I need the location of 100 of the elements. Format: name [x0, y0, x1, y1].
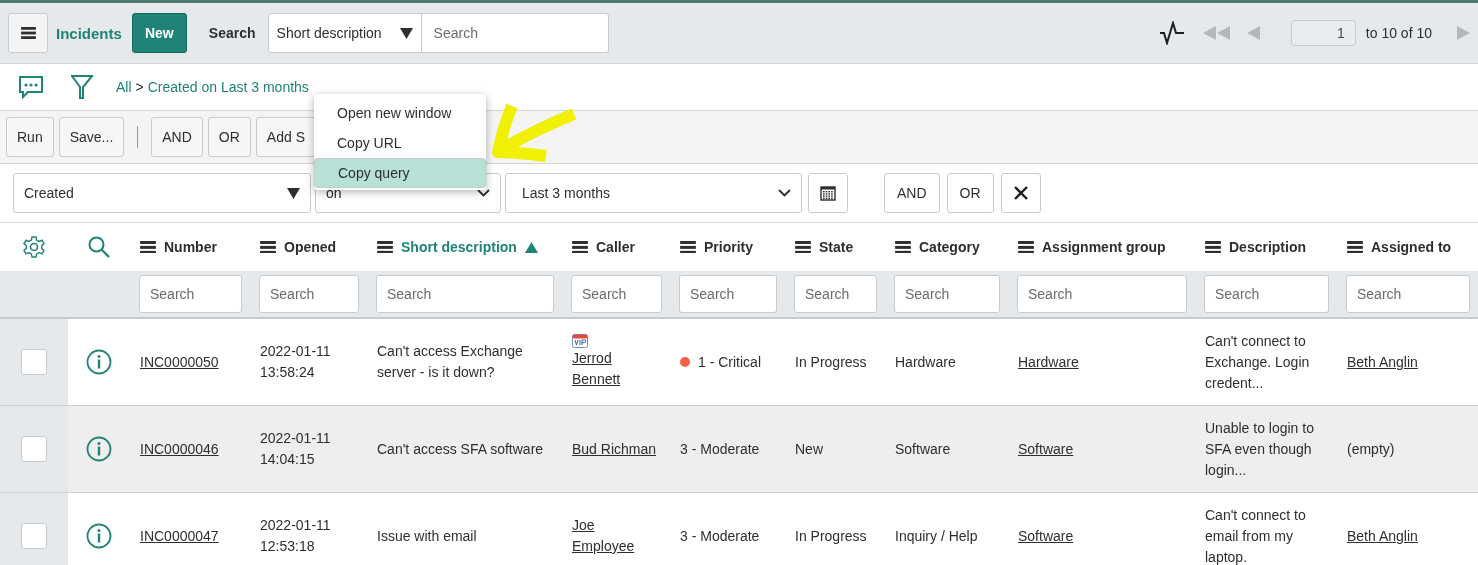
column-header[interactable]: Assigned to — [1371, 239, 1452, 255]
filter-icon[interactable] — [70, 74, 94, 100]
row-checkbox[interactable] — [21, 349, 47, 375]
record-link[interactable]: INC0000046 — [140, 438, 240, 460]
sort-ascending-icon — [524, 241, 538, 253]
cell-text: Can't access SFA software — [377, 439, 545, 459]
column-search-field[interactable]: Search — [139, 275, 242, 313]
cell-text: Can't connect to Exchange. Login credent... — [1205, 331, 1311, 393]
column-search-field[interactable]: Search — [259, 275, 359, 313]
menu-button[interactable] — [8, 13, 48, 53]
record-link[interactable]: Hardware — [1018, 351, 1185, 373]
column-menu-icon — [895, 240, 911, 254]
column-header[interactable]: Category — [919, 239, 980, 255]
filter-button[interactable]: AND — [151, 117, 203, 157]
dropdown-triangle-icon — [287, 187, 300, 199]
cell-text: In Progress — [795, 526, 868, 546]
list-title: Incidents — [56, 24, 122, 42]
caret-icon — [477, 189, 490, 197]
cell-text: Hardware — [895, 352, 957, 372]
column-menu-icon — [1347, 240, 1363, 254]
value-select[interactable]: Last 3 months — [505, 173, 802, 213]
column-header[interactable]: Number — [164, 239, 217, 255]
cell-text: 3 - Moderate — [680, 526, 761, 546]
cell-text: 3 - Moderate — [680, 439, 761, 459]
row-checkbox[interactable] — [21, 523, 47, 549]
cell-text: Software — [895, 439, 952, 459]
column-header[interactable]: Caller — [596, 239, 635, 255]
filter-button[interactable]: Add S — [255, 117, 316, 157]
page-input[interactable]: 1 — [1290, 20, 1356, 46]
menu-item[interactable]: Copy URL — [314, 128, 486, 158]
record-link[interactable]: Software — [1018, 438, 1185, 460]
activity-icon[interactable] — [1158, 21, 1185, 45]
filter-button[interactable]: Save... — [58, 117, 125, 157]
column-search-field[interactable]: Search — [679, 275, 777, 313]
comment-icon[interactable] — [18, 75, 44, 99]
cell-text: 1 - Critical — [698, 352, 761, 372]
breadcrumb-link[interactable]: All — [116, 79, 132, 95]
breadcrumb-separator: > — [135, 79, 144, 95]
record-link[interactable]: Beth Anglin — [1347, 351, 1468, 373]
column-search-field[interactable]: Search — [571, 275, 662, 313]
remove-condition-button[interactable] — [1000, 173, 1041, 213]
column-header[interactable]: State — [819, 239, 854, 255]
record-link[interactable]: Joe Employee — [572, 515, 660, 557]
cell-text: In Progress — [795, 352, 868, 372]
cell-text: Inquiry / Help — [895, 526, 979, 546]
caret-icon — [778, 189, 791, 197]
record-link[interactable]: Bud Richman — [572, 438, 660, 460]
calendar-icon — [820, 185, 836, 201]
menu-item[interactable]: Open new window — [314, 98, 486, 128]
record-link[interactable]: Software — [1018, 525, 1185, 547]
column-header[interactable]: Short description — [401, 239, 517, 255]
column-search-field[interactable]: Search — [1346, 275, 1470, 313]
record-link[interactable]: INC0000050 — [140, 351, 240, 373]
cell-text: Unable to login to SFA even though login... — [1205, 418, 1315, 480]
filter-button[interactable]: OR — [207, 117, 251, 157]
info-icon[interactable] — [86, 436, 112, 462]
column-search-field[interactable]: Search — [1204, 275, 1329, 313]
info-icon[interactable] — [86, 349, 112, 375]
cell-text: 2022-01-11 12:53:18 — [260, 516, 332, 556]
column-menu-icon — [140, 240, 156, 254]
cell-text: (empty) — [1347, 439, 1396, 459]
column-search-field[interactable]: Search — [1017, 275, 1187, 313]
column-menu-icon — [377, 240, 393, 254]
row-checkbox[interactable] — [21, 436, 47, 462]
record-link[interactable]: Jerrod Bennett — [572, 348, 660, 390]
page-range: to 10 of 10 — [1365, 25, 1432, 41]
search-icon[interactable] — [87, 235, 111, 259]
calendar-button[interactable] — [808, 173, 848, 213]
new-button[interactable]: New — [131, 13, 187, 53]
record-link[interactable]: INC0000047 — [140, 525, 240, 547]
filter-button[interactable]: Run — [6, 117, 54, 157]
record-link[interactable]: Beth Anglin — [1347, 525, 1468, 547]
column-search-field[interactable]: Search — [376, 275, 554, 313]
column-menu-icon — [1205, 240, 1221, 254]
search-label: Search — [208, 25, 256, 41]
column-search-field[interactable]: Search — [894, 275, 1000, 313]
cell-text: 2022-01-11 14:04:15 — [260, 429, 332, 469]
column-header[interactable]: Priority — [704, 239, 753, 255]
menu-item[interactable]: Copy query — [314, 158, 486, 188]
search-field[interactable]: Search — [421, 13, 609, 53]
column-menu-icon — [572, 240, 588, 254]
search-field-select[interactable]: Short description — [267, 13, 422, 53]
column-header[interactable]: Opened — [284, 239, 337, 255]
column-menu-icon — [260, 240, 276, 254]
field-select[interactable]: Created — [13, 173, 311, 213]
cell-text: Can't access Exchange server - is it down? — [377, 342, 524, 382]
column-search-field[interactable]: Search — [794, 275, 877, 313]
breadcrumb-link[interactable]: Created on Last 3 months — [147, 79, 309, 95]
cell-text: 2022-01-11 13:58:24 — [260, 342, 332, 382]
info-icon[interactable] — [86, 523, 112, 549]
column-header[interactable]: Description — [1229, 239, 1306, 255]
menu-icon — [20, 27, 36, 39]
column-menu-icon — [795, 240, 811, 254]
column-header[interactable]: Assignment group — [1042, 239, 1166, 255]
settings-icon[interactable] — [22, 235, 46, 259]
cell-text: Can't connect to email from my laptop. — [1205, 505, 1307, 565]
condition-button[interactable]: OR — [946, 173, 994, 213]
condition-button[interactable]: AND — [884, 173, 940, 213]
cell-text: Issue with email — [377, 526, 478, 546]
close-icon — [1012, 185, 1029, 201]
